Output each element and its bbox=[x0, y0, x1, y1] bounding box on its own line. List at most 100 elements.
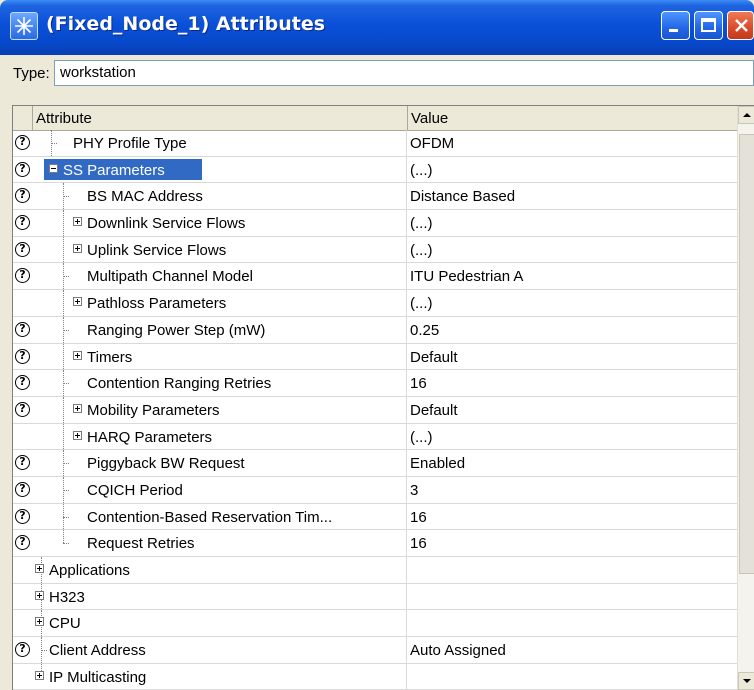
plus-box-icon[interactable] bbox=[73, 243, 82, 253]
attribute-cell[interactable]: Uplink Service Flows bbox=[33, 236, 407, 263]
attribute-cell[interactable]: Applications bbox=[33, 557, 407, 583]
table-row[interactable]: ? Timers Default bbox=[13, 343, 737, 371]
value-cell[interactable]: 0.25 bbox=[408, 317, 737, 343]
table-row[interactable]: ? Request Retries 16 bbox=[13, 530, 737, 557]
value-cell[interactable]: (...) bbox=[408, 157, 737, 183]
table-row[interactable]: ? Uplink Service Flows (...) bbox=[13, 236, 737, 264]
attribute-cell[interactable]: PHY Profile Type bbox=[33, 130, 407, 156]
question-circle-icon[interactable]: ? bbox=[15, 188, 30, 204]
attribute-cell[interactable]: CPU bbox=[33, 610, 407, 637]
attribute-cell[interactable]: Pathloss Parameters bbox=[33, 290, 407, 316]
attribute-label: Contention Ranging Retries bbox=[87, 375, 272, 393]
type-field[interactable]: workstation bbox=[54, 60, 754, 86]
question-circle-icon[interactable]: ? bbox=[15, 455, 30, 471]
table-row[interactable]: H323 bbox=[13, 583, 737, 611]
table-row[interactable]: Pathloss Parameters (...) bbox=[13, 290, 737, 317]
attribute-cell[interactable]: Ranging Power Step (mW) bbox=[33, 316, 407, 343]
value-cell[interactable]: 3 bbox=[408, 477, 737, 503]
value-cell[interactable]: Default bbox=[408, 397, 737, 423]
scroll-down-button[interactable] bbox=[738, 672, 754, 690]
question-circle-icon[interactable]: ? bbox=[15, 135, 30, 150]
question-circle-icon[interactable]: ? bbox=[15, 321, 30, 337]
question-circle-icon[interactable]: ? bbox=[15, 241, 30, 257]
value-cell[interactable]: (...) bbox=[408, 290, 737, 316]
value-cell[interactable] bbox=[408, 610, 737, 636]
minimize-button[interactable] bbox=[661, 11, 690, 40]
value-cell[interactable]: ITU Pedestrian A bbox=[408, 263, 737, 289]
value-cell[interactable]: (...) bbox=[408, 210, 737, 236]
plus-box-icon[interactable] bbox=[73, 403, 82, 413]
question-circle-icon[interactable]: ? bbox=[15, 215, 30, 231]
table-row[interactable]: ? Multipath Channel Model ITU Pedestrian A bbox=[13, 263, 737, 291]
table-row[interactable]: ? BS MAC Address Distance Based bbox=[13, 183, 737, 211]
minus-box-icon[interactable] bbox=[49, 163, 58, 173]
question-circle-icon[interactable]: ? bbox=[15, 535, 30, 551]
question-circle-icon[interactable]: ? bbox=[15, 481, 30, 497]
attribute-cell[interactable]: Downlink Service Flows bbox=[33, 210, 407, 236]
attribute-cell[interactable]: IP Multicasting bbox=[33, 663, 407, 690]
value-cell[interactable]: OFDM bbox=[408, 130, 737, 156]
value-cell[interactable]: Auto Assigned bbox=[408, 637, 737, 663]
attribute-cell[interactable]: CQICH Period bbox=[33, 476, 407, 503]
attribute-cell[interactable]: Piggyback BW Request bbox=[33, 450, 407, 476]
table-row[interactable]: ? Contention Ranging Retries 16 bbox=[13, 370, 737, 397]
table-row[interactable]: ? Piggyback BW Request Enabled bbox=[13, 450, 737, 477]
value-cell[interactable]: 16 bbox=[408, 370, 737, 396]
question-circle-icon[interactable]: ? bbox=[15, 161, 30, 177]
plus-box-icon[interactable] bbox=[35, 564, 44, 573]
plus-box-icon[interactable] bbox=[73, 430, 82, 440]
plus-box-icon[interactable] bbox=[35, 590, 44, 600]
table-row[interactable]: CPU bbox=[13, 610, 737, 638]
plus-box-icon[interactable] bbox=[35, 670, 44, 680]
attribute-cell[interactable]: HARQ Parameters bbox=[33, 423, 407, 450]
attribute-cell[interactable]: Multipath Channel Model bbox=[33, 263, 407, 290]
table-row[interactable]: ? Downlink Service Flows (...) bbox=[13, 210, 737, 237]
attribute-cell[interactable]: Request Retries bbox=[33, 530, 407, 556]
attribute-cell[interactable]: SS Parameters bbox=[33, 156, 407, 183]
header-value[interactable]: Value bbox=[408, 106, 737, 130]
question-circle-icon[interactable]: ? bbox=[15, 401, 30, 417]
attribute-cell[interactable]: Client Address bbox=[33, 637, 407, 663]
plus-box-icon[interactable] bbox=[73, 297, 82, 307]
attribute-cell[interactable]: Timers bbox=[33, 343, 407, 370]
scroll-thumb[interactable] bbox=[739, 134, 754, 574]
table-row[interactable]: ? Client Address Auto Assigned bbox=[13, 637, 737, 664]
table-row[interactable]: ? CQICH Period 3 bbox=[13, 476, 737, 504]
value-cell[interactable]: Enabled bbox=[408, 450, 737, 476]
plus-box-icon[interactable] bbox=[73, 350, 82, 360]
close-button[interactable] bbox=[727, 11, 754, 40]
table-row[interactable]: Applications bbox=[13, 557, 737, 584]
attribute-cell[interactable]: Contention-Based Reservation Tim... bbox=[33, 503, 407, 530]
value-cell[interactable]: 16 bbox=[408, 530, 737, 556]
plus-box-icon[interactable] bbox=[73, 217, 82, 227]
question-circle-icon[interactable]: ? bbox=[15, 375, 30, 391]
plus-box-icon[interactable] bbox=[35, 617, 44, 627]
value-cell[interactable] bbox=[408, 584, 737, 610]
question-circle-icon[interactable]: ? bbox=[15, 348, 30, 364]
question-circle-icon[interactable]: ? bbox=[15, 268, 30, 284]
scroll-up-button[interactable] bbox=[738, 106, 754, 124]
value-cell[interactable] bbox=[408, 557, 737, 583]
attribute-cell[interactable]: BS MAC Address bbox=[33, 183, 407, 210]
vertical-scrollbar[interactable] bbox=[737, 106, 754, 690]
table-row[interactable]: ? Contention-Based Reservation Tim... 16 bbox=[13, 503, 737, 531]
table-row[interactable]: IP Multicasting bbox=[13, 663, 737, 690]
value-cell[interactable]: 16 bbox=[408, 504, 737, 530]
table-row[interactable]: ? SS Parameters (...) bbox=[13, 156, 737, 184]
value-cell[interactable]: Distance Based bbox=[408, 183, 737, 209]
table-row[interactable]: ? PHY Profile Type OFDM bbox=[13, 130, 737, 157]
value-cell[interactable]: (...) bbox=[408, 237, 737, 263]
table-row[interactable]: HARQ Parameters (...) bbox=[13, 423, 737, 451]
maximize-button[interactable] bbox=[694, 11, 723, 40]
header-attribute[interactable]: Attribute bbox=[33, 106, 408, 130]
attribute-cell[interactable]: H323 bbox=[33, 583, 407, 610]
table-row[interactable]: ? Mobility Parameters Default bbox=[13, 396, 737, 424]
value-cell[interactable]: (...) bbox=[408, 424, 737, 450]
question-circle-icon[interactable]: ? bbox=[15, 508, 30, 524]
question-circle-icon[interactable]: ? bbox=[15, 642, 30, 658]
attribute-cell[interactable]: Contention Ranging Retries bbox=[33, 370, 407, 396]
value-cell[interactable]: Default bbox=[408, 344, 737, 370]
value-cell[interactable] bbox=[408, 664, 737, 690]
table-row[interactable]: ? Ranging Power Step (mW) 0.25 bbox=[13, 316, 737, 344]
attribute-cell[interactable]: Mobility Parameters bbox=[33, 396, 407, 423]
